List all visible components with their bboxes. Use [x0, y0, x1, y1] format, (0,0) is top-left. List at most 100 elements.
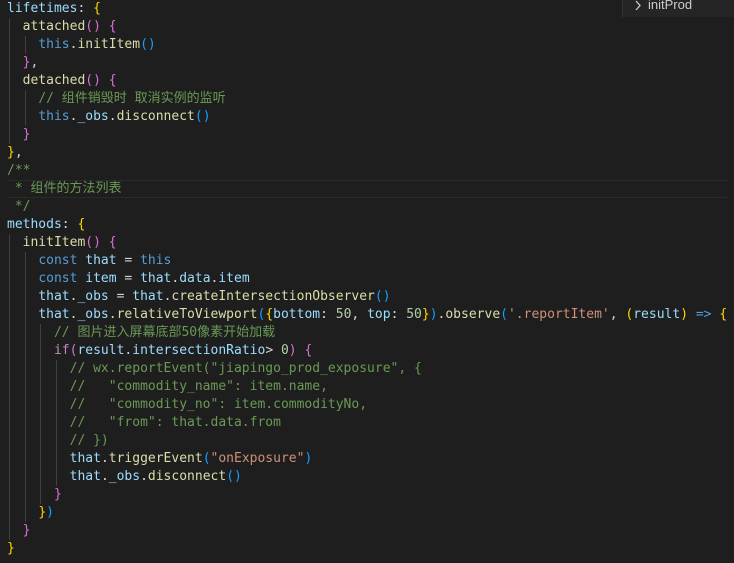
code-line[interactable]: that._obs.disconnect(): [7, 468, 727, 486]
code-line[interactable]: }: [7, 486, 727, 504]
indent-guide: [9, 468, 10, 486]
code-token: * 组件的方法列表: [7, 181, 122, 196]
code-line[interactable]: // 图片进入屏幕底部50像素开始加载: [7, 324, 727, 342]
indent-guide: [9, 504, 10, 522]
code-token: that: [69, 469, 101, 484]
indent-guide: [40, 450, 42, 468]
code-line[interactable]: }: [7, 126, 727, 144]
code-line[interactable]: },: [7, 54, 727, 72]
code-token: const: [38, 271, 86, 286]
indent-guide: [24, 288, 26, 306]
indent-guide: [55, 360, 57, 378]
indent-guide: [9, 378, 10, 396]
code-token: }: [22, 523, 31, 538]
code-token: .: [100, 469, 109, 484]
code-line[interactable]: },: [7, 144, 727, 162]
indent-guide: [9, 360, 10, 378]
code-line[interactable]: attached() {: [7, 18, 727, 36]
code-token: // "commodity_name": item.name,: [69, 379, 328, 394]
indent-guide: [40, 432, 42, 450]
code-token: that: [69, 451, 101, 466]
code-line[interactable]: const item = that.data.item: [7, 270, 727, 288]
indent-guide: [55, 396, 57, 414]
chevron-right-icon[interactable]: [633, 0, 643, 13]
code-line[interactable]: if(result.intersectionRatio> 0) {: [7, 342, 727, 360]
code-token: ): [288, 343, 297, 358]
code-line[interactable]: }: [7, 540, 727, 558]
code-token: ): [429, 307, 438, 322]
code-token: ): [304, 451, 313, 466]
code-line[interactable]: that._obs = that.createIntersectionObser…: [7, 288, 727, 306]
code-line[interactable]: this._obs.disconnect(): [7, 108, 727, 126]
indent-guide: [9, 252, 10, 270]
code-token: item: [218, 271, 250, 286]
code-token: // "commodity_no": item.commodityNo,: [69, 397, 368, 412]
code-line[interactable]: // "commodity_name": item.name,: [7, 378, 727, 396]
code-token: /**: [7, 163, 31, 178]
code-token: =>: [695, 307, 712, 322]
code-token: */: [7, 199, 31, 214]
indent-guide: [24, 396, 26, 414]
code-line[interactable]: // }): [7, 432, 727, 450]
indent-guide: [9, 72, 10, 90]
indent-guide: [9, 306, 10, 324]
code-line[interactable]: this.initItem(): [7, 36, 727, 54]
code-line[interactable]: // wx.reportEvent("jiapingo_prod_exposur…: [7, 360, 727, 378]
code-token: '.reportItem': [507, 307, 610, 322]
indent-guide: [40, 342, 42, 360]
code-token: // 组件销毁时 取消实例的监听: [38, 91, 226, 106]
indent-guide: [24, 306, 26, 324]
code-line[interactable]: const that = this: [7, 252, 727, 270]
code-token: 50: [335, 307, 352, 322]
code-token: {: [93, 1, 101, 16]
code-token: that: [140, 271, 172, 286]
code-line[interactable]: detached() {: [7, 72, 727, 90]
code-token: (): [85, 73, 109, 88]
indent-guide: [24, 378, 26, 396]
code-area[interactable]: lifetimes: { attached() { this.initItem(…: [0, 0, 728, 558]
code-line[interactable]: // "commodity_no": item.commodityNo,: [7, 396, 727, 414]
code-token: that: [85, 253, 117, 268]
code-token: // 图片进入屏幕底部50像素开始加载: [53, 325, 276, 340]
indent-guide: [24, 432, 26, 450]
code-token: that: [38, 307, 70, 322]
code-token: this: [38, 109, 70, 124]
indent-guide: [9, 396, 10, 414]
code-token: {: [304, 343, 313, 358]
indent-guide: [9, 108, 10, 126]
code-editor[interactable]: lifetimes: { attached() { this.initItem(…: [0, 0, 734, 563]
indent-guide: [24, 486, 26, 504]
code-token: initItem: [22, 235, 86, 250]
code-line[interactable]: that.triggerEvent("onExposure"): [7, 450, 727, 468]
code-line[interactable]: lifetimes: {: [7, 0, 727, 18]
code-token: 50: [406, 307, 422, 322]
code-line[interactable]: */: [7, 198, 727, 216]
code-token: ,: [30, 55, 39, 70]
code-line[interactable]: initItem() {: [7, 234, 727, 252]
code-line[interactable]: // "from": that.data.from: [7, 414, 727, 432]
code-line[interactable]: * 组件的方法列表: [7, 180, 728, 198]
code-line[interactable]: /**: [7, 162, 727, 180]
code-line[interactable]: that._obs.relativeToViewport({bottom: 50…: [7, 306, 727, 324]
code-token: =: [108, 289, 133, 304]
code-line[interactable]: // 组件销毁时 取消实例的监听: [7, 90, 727, 108]
code-line[interactable]: }): [7, 504, 727, 522]
code-line[interactable]: methods: {: [7, 216, 727, 234]
breadcrumb[interactable]: initProd: [622, 0, 734, 17]
code-token: _obs: [77, 307, 109, 322]
indent-guide: [40, 378, 42, 396]
indent-guide: [24, 36, 26, 54]
code-token: (: [500, 307, 508, 322]
indent-guide: [55, 468, 57, 486]
code-line[interactable]: }: [7, 522, 727, 540]
breadcrumb-symbol-label[interactable]: initProd: [648, 0, 692, 11]
